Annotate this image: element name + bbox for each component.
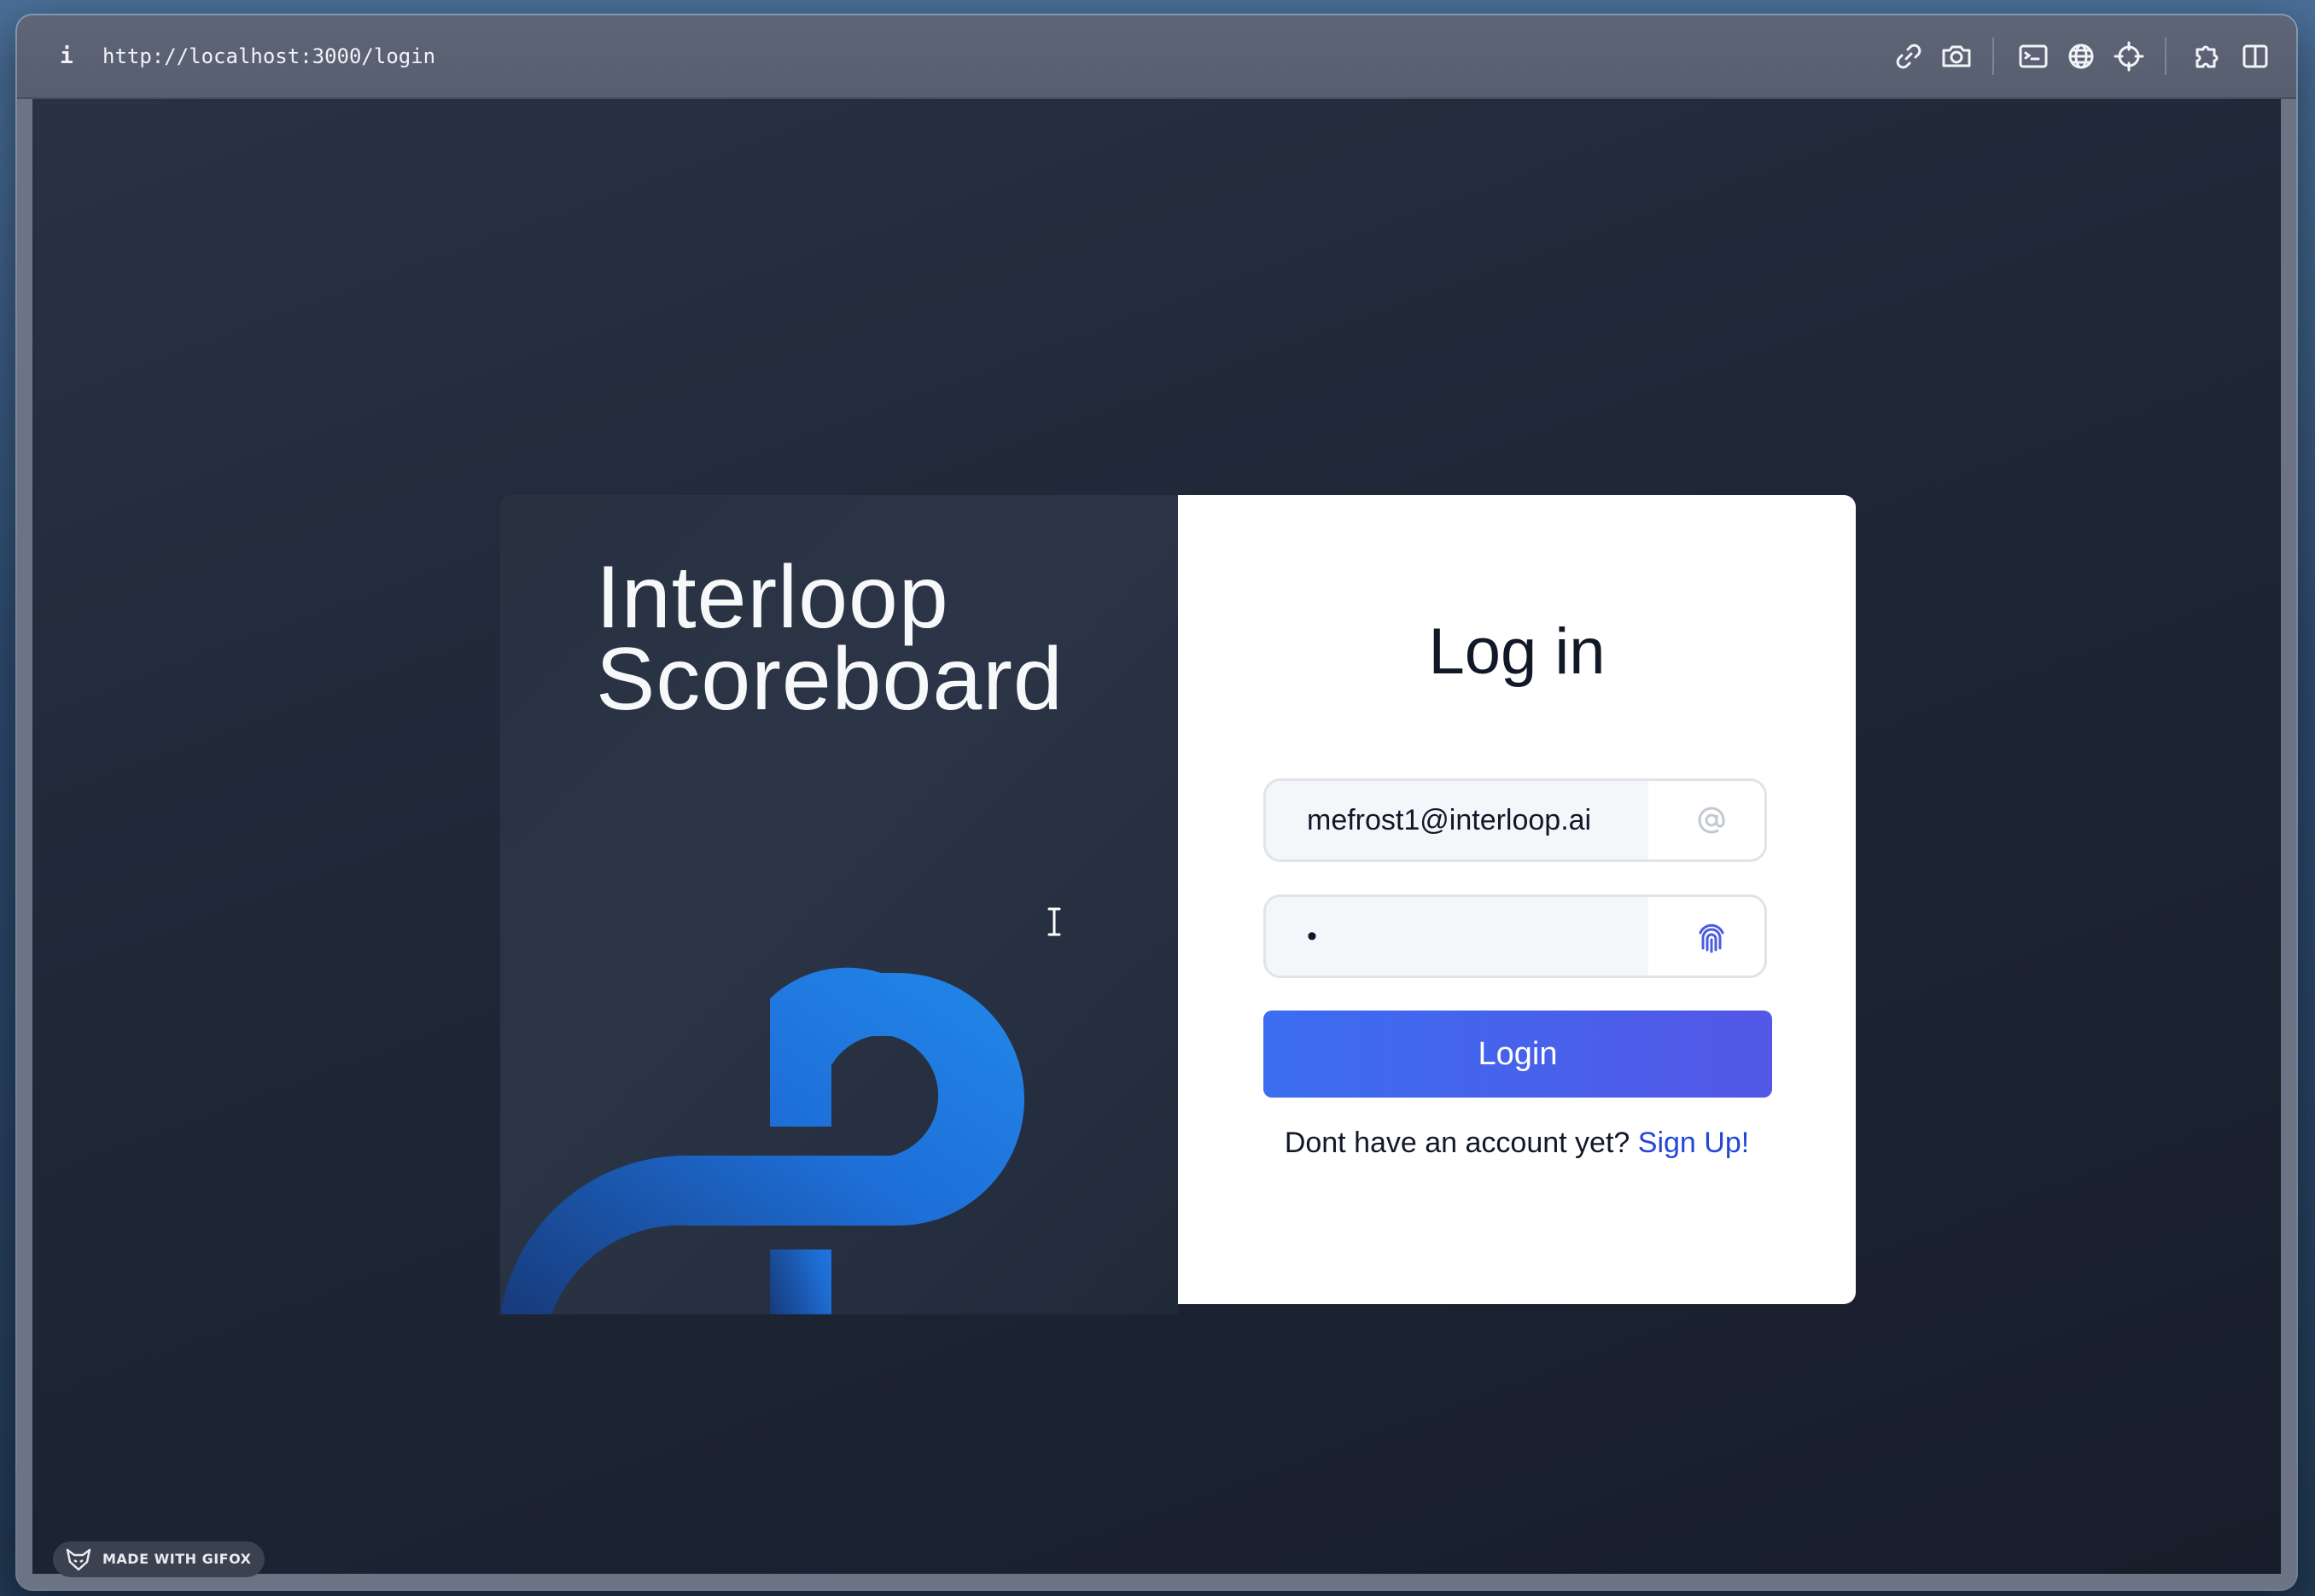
login-panel: Log in mefrost1@interloop.ai • Login Don… (1178, 495, 1856, 1304)
browser-toolbar: i http://localhost:3000/login (17, 15, 2296, 99)
toolbar-separator (1992, 38, 1994, 75)
brand-panel: Interloop Scoreboard (500, 495, 1178, 1314)
login-button[interactable]: Login (1263, 1011, 1772, 1098)
page-viewport: Interloop Scoreboard Log in mefrost1@int… (32, 99, 2281, 1574)
text-cursor-icon (1047, 907, 1061, 936)
globe-icon[interactable] (2064, 39, 2098, 73)
toolbar-separator (2165, 38, 2166, 75)
signup-link[interactable]: Sign Up! (1638, 1127, 1749, 1159)
gifox-label: MADE WITH GIFOX (102, 1551, 252, 1567)
signup-row: Dont have an account yet? Sign Up! (1178, 1127, 1856, 1160)
browser-window: i http://localhost:3000/login Interloop … (17, 15, 2296, 1589)
brand-title: Interloop Scoreboard (596, 548, 1064, 729)
brand-title-line1: Interloop (596, 548, 949, 647)
fox-icon (66, 1548, 91, 1571)
password-input[interactable] (1266, 897, 1648, 976)
brand-title-line2: Scoreboard (596, 630, 1064, 729)
link-icon[interactable] (1892, 39, 1926, 73)
email-input[interactable] (1266, 781, 1648, 859)
address-bar[interactable]: http://localhost:3000/login (102, 41, 435, 72)
extension-icon[interactable] (2190, 39, 2225, 73)
at-sign-icon (1693, 801, 1730, 839)
terminal-icon[interactable] (2016, 39, 2050, 73)
email-field (1263, 778, 1767, 862)
camera-icon[interactable] (1939, 39, 1974, 73)
split-view-icon[interactable] (2238, 39, 2272, 73)
info-icon[interactable]: i (55, 41, 79, 72)
signup-prompt: Dont have an account yet? (1284, 1127, 1630, 1159)
crosshair-icon[interactable] (2112, 39, 2146, 73)
password-field (1263, 894, 1767, 978)
fingerprint-icon (1693, 917, 1730, 955)
login-title: Log in (1428, 615, 1606, 688)
gifox-badge: MADE WITH GIFOX (53, 1541, 265, 1577)
